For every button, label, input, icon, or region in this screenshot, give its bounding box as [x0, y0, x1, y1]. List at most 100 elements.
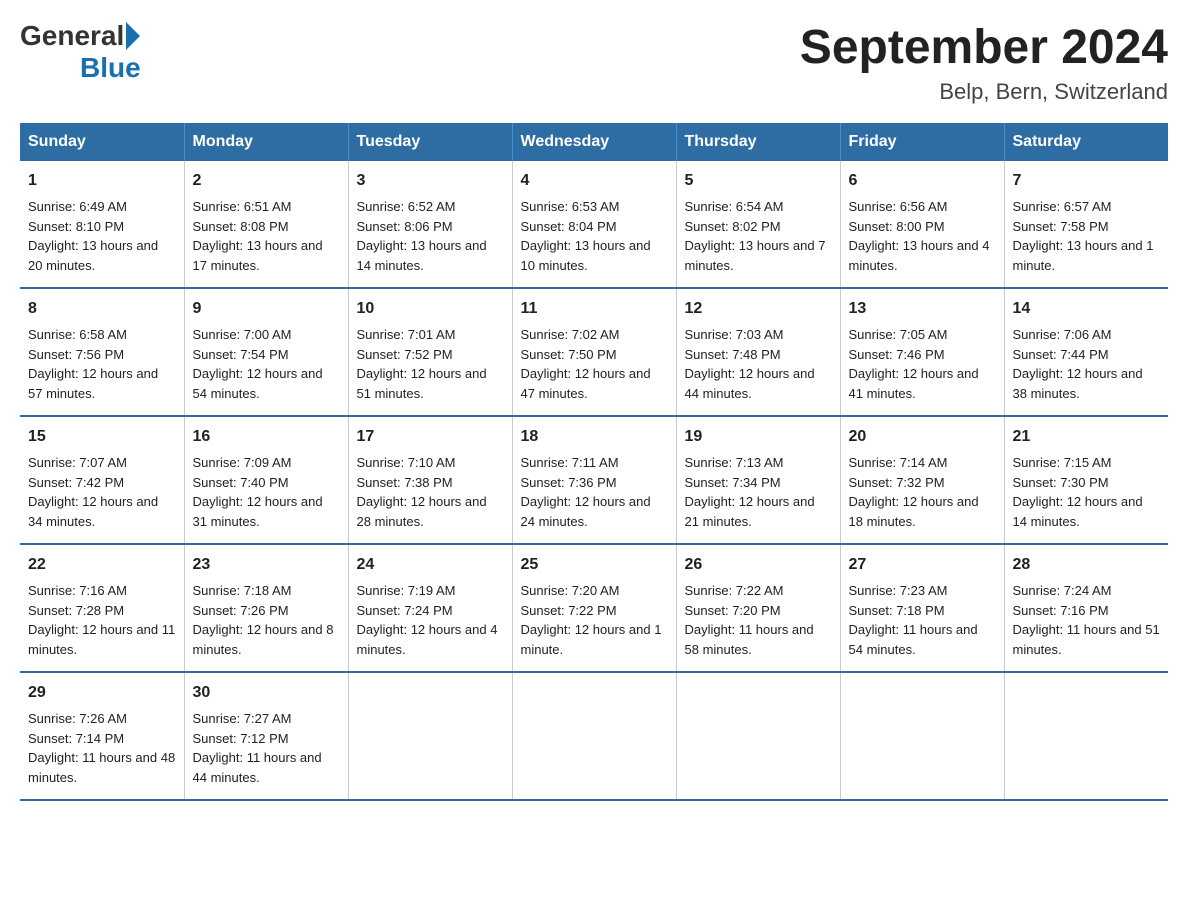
calendar-cell: 4 Sunrise: 6:53 AMSunset: 8:04 PMDayligh… [512, 161, 676, 288]
day-number: 12 [685, 297, 832, 321]
day-info: Sunrise: 7:09 AMSunset: 7:40 PMDaylight:… [193, 455, 323, 529]
calendar-cell: 12 Sunrise: 7:03 AMSunset: 7:48 PMDaylig… [676, 288, 840, 416]
day-info: Sunrise: 7:05 AMSunset: 7:46 PMDaylight:… [849, 327, 979, 401]
col-thursday: Thursday [676, 123, 840, 161]
logo: General Blue [20, 20, 141, 84]
day-info: Sunrise: 7:11 AMSunset: 7:36 PMDaylight:… [521, 455, 651, 529]
day-number: 19 [685, 425, 832, 449]
calendar-cell [840, 672, 1004, 800]
calendar-cell: 27 Sunrise: 7:23 AMSunset: 7:18 PMDaylig… [840, 544, 1004, 672]
col-saturday: Saturday [1004, 123, 1168, 161]
day-info: Sunrise: 7:06 AMSunset: 7:44 PMDaylight:… [1013, 327, 1143, 401]
calendar-cell: 24 Sunrise: 7:19 AMSunset: 7:24 PMDaylig… [348, 544, 512, 672]
calendar-cell: 16 Sunrise: 7:09 AMSunset: 7:40 PMDaylig… [184, 416, 348, 544]
day-info: Sunrise: 7:15 AMSunset: 7:30 PMDaylight:… [1013, 455, 1143, 529]
page-header: General Blue September 2024 Belp, Bern, … [20, 20, 1168, 105]
calendar-cell: 7 Sunrise: 6:57 AMSunset: 7:58 PMDayligh… [1004, 161, 1168, 288]
calendar-cell: 5 Sunrise: 6:54 AMSunset: 8:02 PMDayligh… [676, 161, 840, 288]
calendar-cell: 14 Sunrise: 7:06 AMSunset: 7:44 PMDaylig… [1004, 288, 1168, 416]
calendar-cell: 20 Sunrise: 7:14 AMSunset: 7:32 PMDaylig… [840, 416, 1004, 544]
day-info: Sunrise: 7:13 AMSunset: 7:34 PMDaylight:… [685, 455, 815, 529]
day-number: 26 [685, 553, 832, 577]
day-number: 7 [1013, 169, 1161, 193]
day-info: Sunrise: 6:52 AMSunset: 8:06 PMDaylight:… [357, 199, 487, 273]
calendar-cell: 17 Sunrise: 7:10 AMSunset: 7:38 PMDaylig… [348, 416, 512, 544]
day-info: Sunrise: 7:24 AMSunset: 7:16 PMDaylight:… [1013, 583, 1160, 657]
day-number: 3 [357, 169, 504, 193]
day-info: Sunrise: 7:22 AMSunset: 7:20 PMDaylight:… [685, 583, 814, 657]
calendar-cell: 13 Sunrise: 7:05 AMSunset: 7:46 PMDaylig… [840, 288, 1004, 416]
day-info: Sunrise: 7:03 AMSunset: 7:48 PMDaylight:… [685, 327, 815, 401]
day-number: 6 [849, 169, 996, 193]
day-number: 24 [357, 553, 504, 577]
day-info: Sunrise: 6:58 AMSunset: 7:56 PMDaylight:… [28, 327, 158, 401]
calendar-cell: 25 Sunrise: 7:20 AMSunset: 7:22 PMDaylig… [512, 544, 676, 672]
day-number: 22 [28, 553, 176, 577]
calendar-cell: 10 Sunrise: 7:01 AMSunset: 7:52 PMDaylig… [348, 288, 512, 416]
day-number: 14 [1013, 297, 1161, 321]
col-wednesday: Wednesday [512, 123, 676, 161]
day-number: 4 [521, 169, 668, 193]
calendar-cell: 22 Sunrise: 7:16 AMSunset: 7:28 PMDaylig… [20, 544, 184, 672]
day-number: 18 [521, 425, 668, 449]
day-info: Sunrise: 7:16 AMSunset: 7:28 PMDaylight:… [28, 583, 175, 657]
calendar-table: Sunday Monday Tuesday Wednesday Thursday… [20, 123, 1168, 801]
title-block: September 2024 Belp, Bern, Switzerland [800, 20, 1168, 105]
logo-arrow-icon [126, 22, 140, 50]
calendar-cell: 23 Sunrise: 7:18 AMSunset: 7:26 PMDaylig… [184, 544, 348, 672]
calendar-cell: 28 Sunrise: 7:24 AMSunset: 7:16 PMDaylig… [1004, 544, 1168, 672]
day-info: Sunrise: 7:00 AMSunset: 7:54 PMDaylight:… [193, 327, 323, 401]
calendar-cell: 30 Sunrise: 7:27 AMSunset: 7:12 PMDaylig… [184, 672, 348, 800]
logo-blue: Blue [80, 52, 141, 84]
calendar-week-row: 15 Sunrise: 7:07 AMSunset: 7:42 PMDaylig… [20, 416, 1168, 544]
calendar-cell [348, 672, 512, 800]
day-info: Sunrise: 6:54 AMSunset: 8:02 PMDaylight:… [685, 199, 826, 273]
day-info: Sunrise: 7:18 AMSunset: 7:26 PMDaylight:… [193, 583, 334, 657]
day-number: 21 [1013, 425, 1161, 449]
day-info: Sunrise: 7:19 AMSunset: 7:24 PMDaylight:… [357, 583, 498, 657]
day-info: Sunrise: 7:27 AMSunset: 7:12 PMDaylight:… [193, 711, 322, 785]
calendar-cell: 19 Sunrise: 7:13 AMSunset: 7:34 PMDaylig… [676, 416, 840, 544]
calendar-cell: 9 Sunrise: 7:00 AMSunset: 7:54 PMDayligh… [184, 288, 348, 416]
day-info: Sunrise: 6:53 AMSunset: 8:04 PMDaylight:… [521, 199, 651, 273]
calendar-cell: 2 Sunrise: 6:51 AMSunset: 8:08 PMDayligh… [184, 161, 348, 288]
col-friday: Friday [840, 123, 1004, 161]
calendar-header-row: Sunday Monday Tuesday Wednesday Thursday… [20, 123, 1168, 161]
day-info: Sunrise: 7:07 AMSunset: 7:42 PMDaylight:… [28, 455, 158, 529]
day-number: 10 [357, 297, 504, 321]
day-number: 20 [849, 425, 996, 449]
day-number: 28 [1013, 553, 1161, 577]
day-info: Sunrise: 6:49 AMSunset: 8:10 PMDaylight:… [28, 199, 158, 273]
day-number: 11 [521, 297, 668, 321]
day-number: 29 [28, 681, 176, 705]
logo-general: General [20, 20, 124, 52]
day-info: Sunrise: 6:51 AMSunset: 8:08 PMDaylight:… [193, 199, 323, 273]
day-number: 25 [521, 553, 668, 577]
month-title: September 2024 [800, 20, 1168, 75]
day-number: 23 [193, 553, 340, 577]
calendar-cell: 8 Sunrise: 6:58 AMSunset: 7:56 PMDayligh… [20, 288, 184, 416]
day-number: 8 [28, 297, 176, 321]
calendar-cell [512, 672, 676, 800]
calendar-week-row: 29 Sunrise: 7:26 AMSunset: 7:14 PMDaylig… [20, 672, 1168, 800]
calendar-week-row: 8 Sunrise: 6:58 AMSunset: 7:56 PMDayligh… [20, 288, 1168, 416]
calendar-cell: 18 Sunrise: 7:11 AMSunset: 7:36 PMDaylig… [512, 416, 676, 544]
calendar-cell: 26 Sunrise: 7:22 AMSunset: 7:20 PMDaylig… [676, 544, 840, 672]
day-info: Sunrise: 7:26 AMSunset: 7:14 PMDaylight:… [28, 711, 175, 785]
day-info: Sunrise: 6:56 AMSunset: 8:00 PMDaylight:… [849, 199, 990, 273]
day-info: Sunrise: 7:14 AMSunset: 7:32 PMDaylight:… [849, 455, 979, 529]
day-info: Sunrise: 7:10 AMSunset: 7:38 PMDaylight:… [357, 455, 487, 529]
calendar-week-row: 22 Sunrise: 7:16 AMSunset: 7:28 PMDaylig… [20, 544, 1168, 672]
col-sunday: Sunday [20, 123, 184, 161]
day-number: 16 [193, 425, 340, 449]
day-info: Sunrise: 7:01 AMSunset: 7:52 PMDaylight:… [357, 327, 487, 401]
day-number: 27 [849, 553, 996, 577]
calendar-cell: 21 Sunrise: 7:15 AMSunset: 7:30 PMDaylig… [1004, 416, 1168, 544]
calendar-cell: 11 Sunrise: 7:02 AMSunset: 7:50 PMDaylig… [512, 288, 676, 416]
location-title: Belp, Bern, Switzerland [800, 79, 1168, 105]
day-number: 1 [28, 169, 176, 193]
calendar-cell: 15 Sunrise: 7:07 AMSunset: 7:42 PMDaylig… [20, 416, 184, 544]
col-monday: Monday [184, 123, 348, 161]
calendar-cell: 3 Sunrise: 6:52 AMSunset: 8:06 PMDayligh… [348, 161, 512, 288]
day-info: Sunrise: 7:20 AMSunset: 7:22 PMDaylight:… [521, 583, 662, 657]
